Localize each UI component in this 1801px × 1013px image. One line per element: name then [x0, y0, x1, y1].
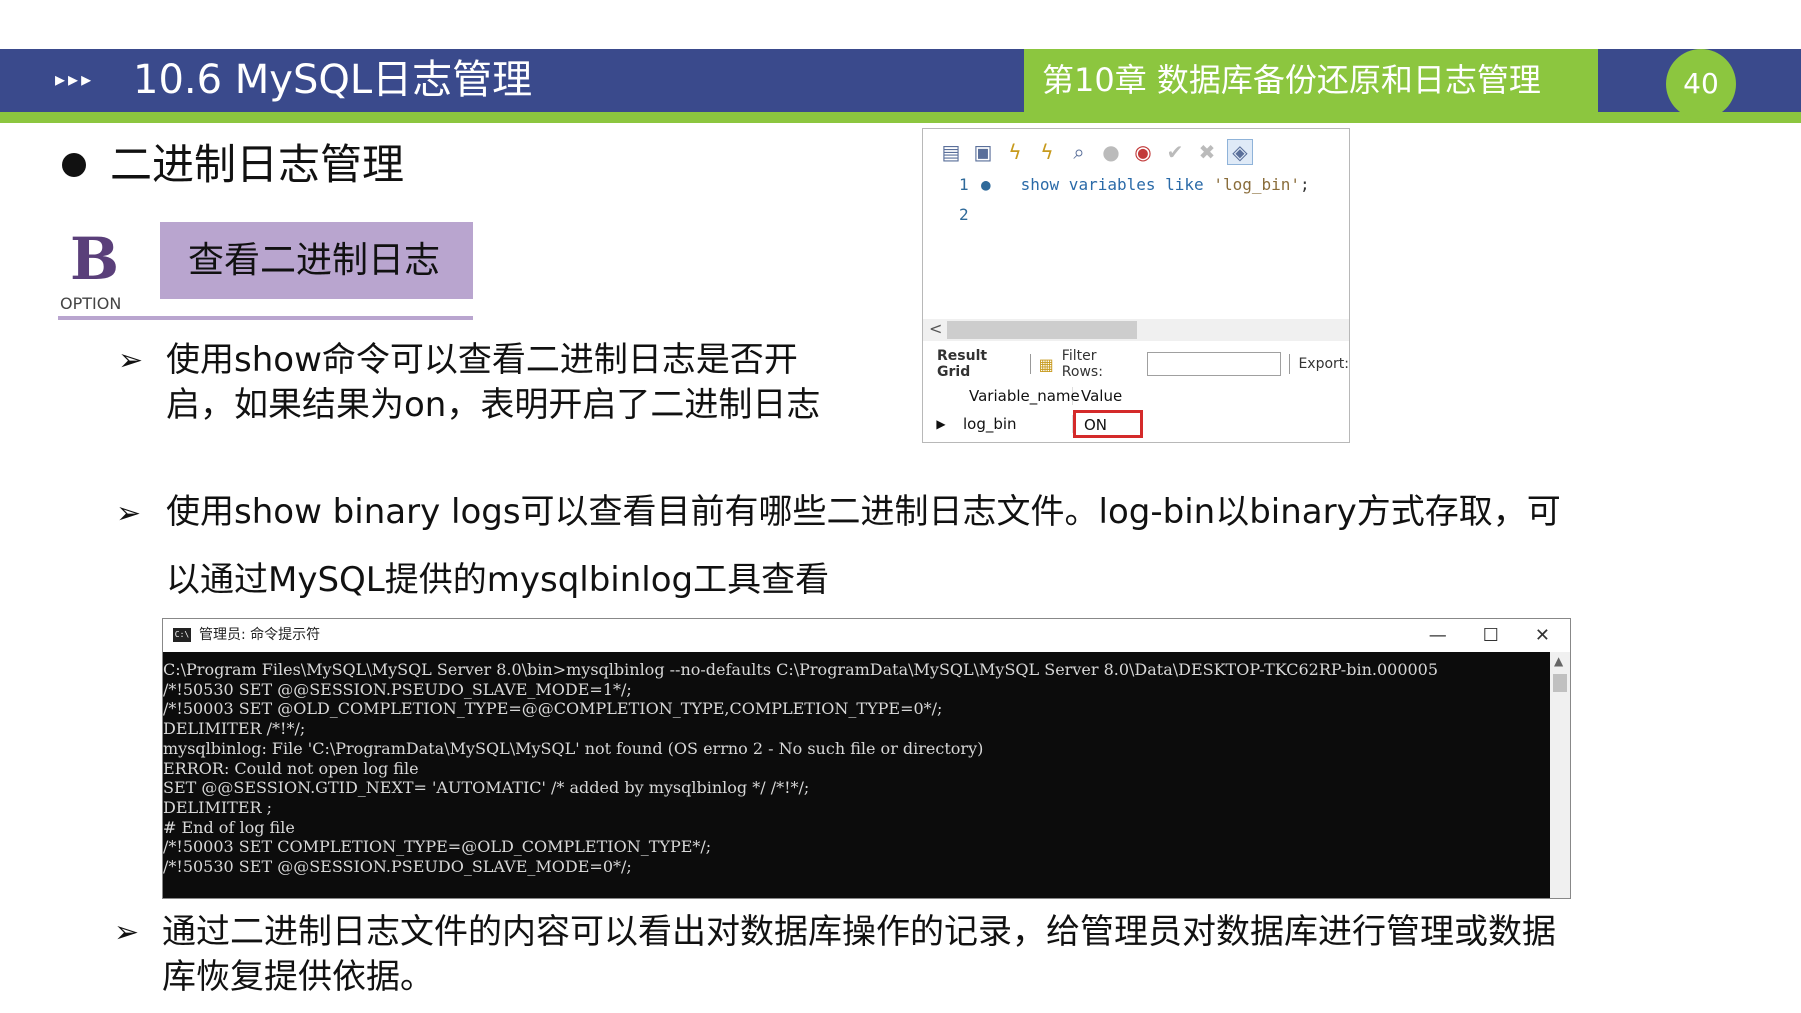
- window-title: 管理员: 命令提示符: [199, 627, 321, 643]
- autocommit-icon[interactable]: ◈: [1227, 139, 1253, 165]
- toggle-icon[interactable]: ◉: [1131, 140, 1155, 164]
- console-line: # End of log file: [163, 817, 295, 837]
- bullet-1-line-2: 启，如果结果为on，表明开启了二进制日志: [166, 385, 821, 425]
- result-toolbar: Result Grid ▦ Filter Rows: Export:: [923, 348, 1349, 380]
- console-line: /*!50530 SET @@SESSION.PSEUDO_SLAVE_MODE…: [163, 679, 632, 699]
- divider: [1289, 354, 1291, 374]
- console-line: SET @@SESSION.GTID_NEXT= 'AUTOMATIC' /* …: [163, 778, 810, 798]
- minimize-button[interactable]: —: [1429, 619, 1447, 652]
- grid-header-row: Variable_name Value: [923, 382, 1151, 410]
- query-line-1[interactable]: 1 ● show variables like 'log_bin';: [959, 175, 1310, 194]
- option-box: 查看二进制日志: [160, 222, 473, 299]
- console-line: ERROR: Could not open log file: [163, 758, 419, 778]
- option-label: OPTION: [60, 294, 122, 313]
- option-letter: B: [70, 225, 120, 293]
- column-header-value[interactable]: Value: [1073, 387, 1143, 405]
- column-header-variable-name[interactable]: Variable_name: [959, 387, 1080, 405]
- line-marker-icon: ●: [981, 175, 991, 194]
- console-line: C:\Program Files\MySQL\MySQL Server 8.0\…: [163, 660, 1439, 679]
- table-row[interactable]: ▶ log_bin ON: [923, 410, 1151, 438]
- page-title: 10.6 MySQL日志管理: [133, 57, 533, 103]
- sql-keyword: show variables like: [1020, 175, 1204, 194]
- scroll-left-icon[interactable]: <: [929, 319, 942, 338]
- query-line-2[interactable]: 2: [959, 205, 981, 224]
- result-grid: Variable_name Value ▶ log_bin ON: [923, 382, 1151, 438]
- save-icon[interactable]: ▣: [971, 140, 995, 164]
- bullet-dot-icon: [62, 153, 86, 177]
- bullet-2-line-2: 以通过MySQL提供的mysqlbinlog工具查看: [166, 560, 830, 600]
- console-line: /*!50530 SET @@SESSION.PSEUDO_SLAVE_MODE…: [163, 857, 632, 877]
- chapter-label: 第10章 数据库备份还原和日志管理: [1024, 49, 1598, 112]
- row-pointer-icon: ▶: [936, 417, 946, 431]
- close-button[interactable]: ✕: [1535, 619, 1550, 652]
- console-line: mysqlbinlog: File 'C:\ProgramData\MySQL\…: [163, 738, 984, 758]
- sql-string: 'log_bin': [1213, 175, 1301, 194]
- console-line: /*!50003 SET @OLD_COMPLETION_TYPE=@@COMP…: [163, 699, 943, 719]
- console-line: DELIMITER ;: [163, 797, 273, 817]
- line-number: 1: [959, 175, 969, 194]
- execute-current-icon[interactable]: ϟ: [1035, 140, 1059, 164]
- cell-value-highlighted[interactable]: ON: [1073, 410, 1143, 438]
- bullet-3-line-2: 库恢复提供依据。: [162, 957, 434, 997]
- scroll-up-icon[interactable]: ▲: [1554, 654, 1563, 668]
- grid-icon[interactable]: ▦: [1039, 355, 1054, 374]
- section-title: 二进制日志管理: [110, 140, 405, 189]
- vertical-scrollbar[interactable]: ▲: [1550, 652, 1570, 898]
- export-label[interactable]: Export:: [1298, 356, 1349, 372]
- sql-terminator: ;: [1300, 175, 1310, 194]
- scrollbar-thumb[interactable]: [1553, 674, 1567, 692]
- option-underline: [58, 316, 473, 320]
- execute-icon[interactable]: ϟ: [1003, 140, 1027, 164]
- arrow-bullet-icon: ➢: [114, 915, 140, 950]
- divider: [1029, 354, 1031, 374]
- arrow-bullet-icon: ➢: [116, 496, 142, 531]
- console-line: DELIMITER /*!*/;: [163, 719, 306, 739]
- window-titlebar[interactable]: C:\ 管理员: 命令提示符 — ☐ ✕: [163, 619, 1570, 652]
- result-grid-tab[interactable]: Result Grid: [937, 348, 1022, 380]
- line-number: 2: [959, 205, 969, 224]
- folder-icon[interactable]: ▤: [939, 140, 963, 164]
- command-prompt-window: C:\ 管理员: 命令提示符 — ☐ ✕ C:\Program Files\My…: [162, 618, 1571, 899]
- maximize-button[interactable]: ☐: [1483, 619, 1499, 652]
- page-number-badge: 40: [1666, 49, 1736, 119]
- explain-icon[interactable]: ⌕: [1067, 140, 1091, 164]
- cmd-app-icon: C:\: [173, 628, 191, 642]
- console-output[interactable]: C:\Program Files\MySQL\MySQL Server 8.0\…: [163, 652, 1550, 898]
- header-triangles-icon: ▸▸▸: [55, 67, 95, 91]
- stop-icon[interactable]: ●: [1099, 140, 1123, 164]
- filter-rows-label: Filter Rows:: [1061, 348, 1103, 380]
- query-toolbar: ▤ ▣ ϟ ϟ ⌕ ● ◉ ✔ ✖ ◈: [939, 137, 1253, 167]
- console-line: /*!50003 SET COMPLETION_TYPE=@OLD_COMPLE…: [163, 837, 712, 857]
- header-accent-line: [0, 112, 1801, 123]
- arrow-bullet-icon: ➢: [118, 343, 144, 378]
- scrollbar-thumb[interactable]: [947, 321, 1137, 339]
- filter-rows-input[interactable]: [1146, 352, 1282, 376]
- rollback-icon[interactable]: ✖: [1195, 140, 1219, 164]
- bullet-1-line-1: 使用show命令可以查看二进制日志是否开: [166, 340, 798, 380]
- query-editor-screenshot: ▤ ▣ ϟ ϟ ⌕ ● ◉ ✔ ✖ ◈ 1 ● show variables lik…: [922, 128, 1350, 443]
- commit-icon[interactable]: ✔: [1163, 140, 1187, 164]
- bullet-3-line-1: 通过二进制日志文件的内容可以看出对数据库操作的记录，给管理员对数据库进行管理或数…: [162, 912, 1556, 952]
- bullet-2-line-1: 使用show binary logs可以查看目前有哪些二进制日志文件。log-b…: [166, 492, 1561, 532]
- cell-variable-name[interactable]: log_bin: [959, 415, 1073, 433]
- horizontal-scrollbar[interactable]: <: [923, 319, 1349, 341]
